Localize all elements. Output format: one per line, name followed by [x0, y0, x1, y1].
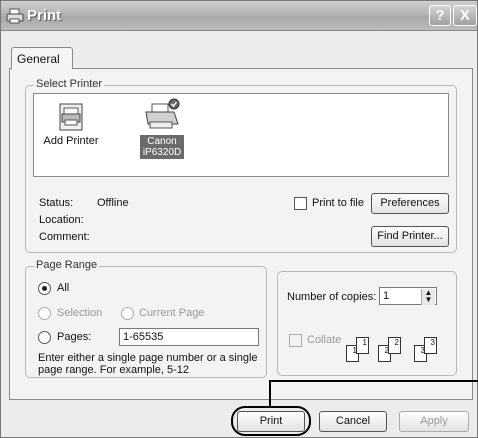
- collate-page-3b: 3: [424, 337, 437, 354]
- page-range-hint-line1: Enter either a single page number or a s…: [38, 352, 258, 364]
- copies-spinner[interactable]: 1 ▲ ▼: [379, 287, 437, 305]
- window-title: Print: [27, 7, 62, 24]
- print-to-file-checkbox[interactable]: [294, 197, 307, 210]
- printer-list[interactable]: Add Printer Canon iP6320D: [33, 93, 449, 177]
- collate-checkbox[interactable]: [289, 334, 302, 347]
- tab-general[interactable]: General: [11, 47, 73, 69]
- all-radio[interactable]: [38, 282, 51, 295]
- title-bar[interactable]: Print ? X: [1, 1, 477, 31]
- printer-icon: [145, 98, 180, 129]
- pages-radio[interactable]: [38, 331, 51, 344]
- all-label[interactable]: All: [57, 282, 69, 294]
- printer-app-icon: [6, 8, 24, 24]
- help-button[interactable]: ?: [429, 5, 451, 26]
- pages-label[interactable]: Pages:: [57, 331, 91, 343]
- print-button-highlight: [231, 406, 311, 436]
- copies-value: 1: [383, 290, 390, 302]
- cancel-button[interactable]: Cancel: [319, 411, 387, 432]
- add-printer-label: Add Printer: [43, 135, 99, 147]
- selection-label[interactable]: Selection: [57, 307, 102, 319]
- close-button[interactable]: X: [453, 5, 477, 26]
- canon-name-line2: iP6320D: [142, 147, 182, 158]
- page-range-legend: Page Range: [34, 259, 100, 271]
- collate-page-1b: 1: [356, 337, 369, 354]
- callout-line-horizontal: [269, 380, 478, 382]
- callout-line-vertical: [269, 380, 271, 408]
- spinner-arrows-icon[interactable]: ▲ ▼: [421, 289, 435, 305]
- add-printer-icon: [59, 103, 83, 131]
- comment-label: Comment:: [39, 231, 90, 243]
- printer-item-canon[interactable]: Canon iP6320D: [130, 98, 194, 159]
- canon-name-line1: Canon: [147, 136, 177, 147]
- canon-label-text: Canon iP6320D: [139, 135, 185, 159]
- number-of-copies-label: Number of copies:: [287, 291, 377, 303]
- page-range-hint-line2: page range. For example, 5-12: [38, 364, 190, 376]
- print-dialog: Print ? X General Select Printer Add Pri…: [0, 0, 478, 438]
- collate-label[interactable]: Collate: [307, 334, 341, 346]
- apply-button[interactable]: Apply: [399, 411, 469, 432]
- find-printer-button[interactable]: Find Printer...: [371, 226, 449, 247]
- select-printer-legend: Select Printer: [34, 78, 105, 90]
- pages-input[interactable]: 1-65535: [119, 328, 259, 346]
- current-page-radio[interactable]: [121, 307, 134, 320]
- preferences-button[interactable]: Preferences: [371, 193, 449, 214]
- printer-item-add-printer[interactable]: Add Printer: [38, 102, 104, 147]
- print-to-file-label[interactable]: Print to file: [312, 197, 364, 209]
- location-label: Location:: [39, 214, 84, 226]
- current-page-label[interactable]: Current Page: [139, 307, 204, 319]
- selection-radio[interactable]: [38, 307, 51, 320]
- status-value: Offline: [97, 197, 129, 209]
- canon-printer-label: Canon iP6320D: [130, 135, 194, 159]
- collate-page-2b: 2: [388, 337, 401, 354]
- status-label: Status:: [39, 197, 74, 209]
